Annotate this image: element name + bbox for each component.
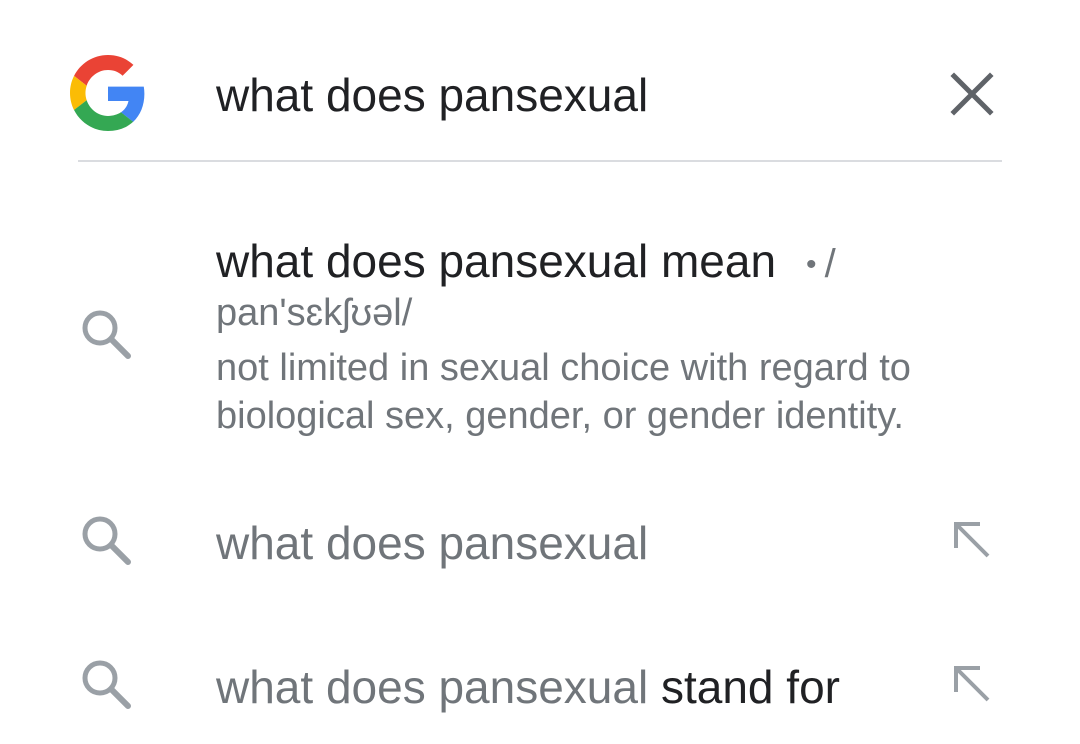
search-bar: [0, 0, 1080, 162]
search-input[interactable]: [216, 62, 916, 128]
suggestion-definition[interactable]: what does pansexual mean • / pan'sɛkʃʊəl/ …: [0, 220, 1080, 460]
search-divider: [78, 160, 1002, 162]
search-icon: [82, 310, 131, 359]
suggestion-suffix: stand for: [660, 661, 840, 713]
search-icon: [82, 516, 131, 565]
definition-text: not limited in sexual choice with regard…: [216, 347, 911, 437]
suggestion-text: what does pansexual: [216, 516, 648, 570]
suggestion-item[interactable]: what does pansexual stand for: [0, 632, 1080, 742]
suggestion-text: what does pansexual stand for: [216, 660, 840, 714]
search-page: what does pansexual mean•/ pan'sɛkʃʊəl/ …: [0, 0, 1080, 744]
definition-slash: /: [824, 242, 836, 286]
definition-pronunciation: pan'sɛkʃʊəl/: [216, 292, 413, 334]
google-g-logo[interactable]: [70, 55, 146, 131]
suggestion-item[interactable]: what does pansexual: [0, 488, 1080, 598]
definition-title: what does pansexual mean • /: [216, 234, 836, 292]
definition-dot: •: [806, 247, 817, 281]
close-icon[interactable]: [944, 66, 1000, 122]
search-icon: [82, 660, 131, 709]
suggestion-prefix: what does pansexual: [216, 661, 649, 713]
suggestion-prefix: what does pansexual: [216, 517, 649, 569]
arrow-up-left-icon[interactable]: [950, 662, 994, 706]
definition-title-text: what does pansexual mean: [216, 235, 777, 287]
arrow-up-left-icon[interactable]: [950, 518, 994, 562]
